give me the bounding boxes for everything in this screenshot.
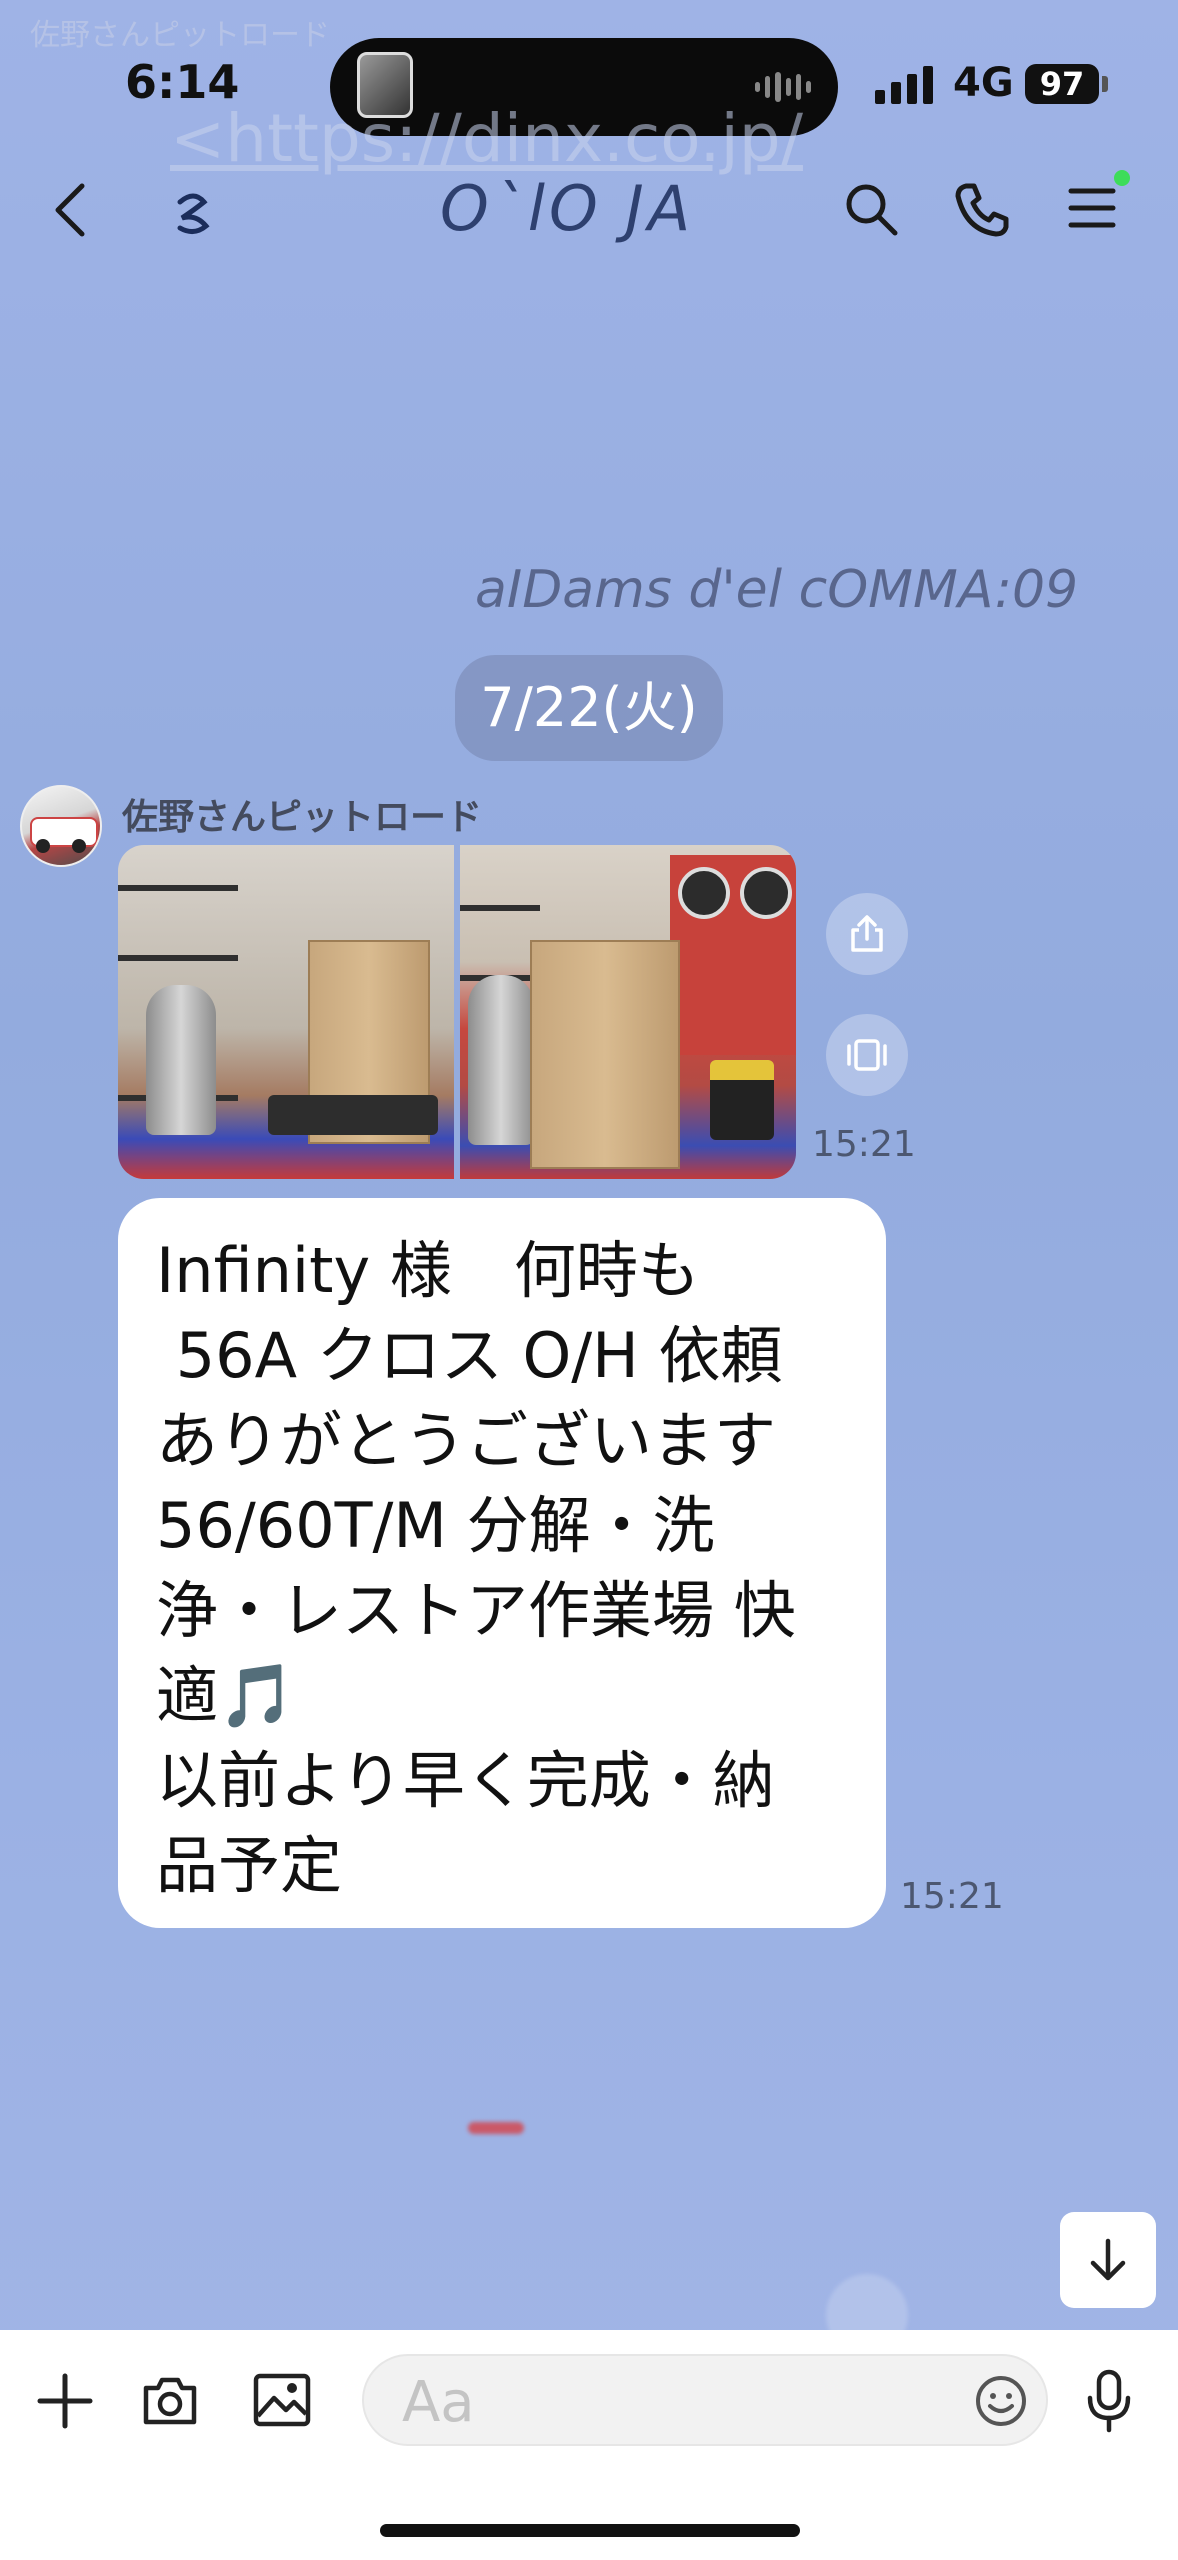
mic-icon[interactable] bbox=[1084, 2368, 1134, 2438]
arrow-down-icon[interactable] bbox=[1060, 2212, 1156, 2308]
online-dot bbox=[1114, 170, 1130, 186]
image-icon[interactable] bbox=[252, 2372, 312, 2432]
message-timestamp: 15:21 bbox=[900, 1876, 1004, 1917]
header-avatar-glyph bbox=[172, 188, 216, 242]
date-separator: 7/22(火) bbox=[455, 655, 723, 761]
home-indicator[interactable] bbox=[380, 2524, 800, 2537]
battery-icon bbox=[1102, 76, 1108, 92]
battery-level: 97 bbox=[1025, 64, 1099, 104]
background-ghost-url: <https://dinx.co.jp/ bbox=[170, 100, 803, 177]
message-input-placeholder: Aa bbox=[402, 2370, 475, 2435]
photo-attachment-1[interactable] bbox=[118, 845, 454, 1179]
signal-icon bbox=[875, 64, 933, 104]
search-icon[interactable] bbox=[842, 180, 900, 242]
plus-icon[interactable] bbox=[36, 2372, 94, 2434]
menu-icon[interactable] bbox=[1068, 186, 1116, 234]
chat-title[interactable]: O`lO JA bbox=[440, 172, 694, 245]
emoji-icon[interactable] bbox=[974, 2374, 1028, 2432]
message-text: Infinity 様 何時も 56A クロス O/H 依頼 ありがとうございます… bbox=[156, 1234, 796, 1902]
phone-icon[interactable] bbox=[952, 180, 1012, 244]
camera-icon[interactable] bbox=[140, 2372, 200, 2432]
photo-attachment-2[interactable] bbox=[460, 845, 796, 1179]
network-type: 4G bbox=[953, 60, 1014, 106]
audio-wave-icon bbox=[755, 70, 812, 104]
background-ghost-scribble: aIDams d'el cOMMA:09 bbox=[475, 560, 1079, 620]
share-icon[interactable] bbox=[826, 893, 908, 975]
next-message-preview bbox=[468, 2122, 524, 2134]
sender-name[interactable]: 佐野さんピットロード bbox=[122, 788, 482, 840]
gallery-icon[interactable] bbox=[826, 1014, 908, 1096]
background-ghost-name: 佐野さんピットロード bbox=[30, 18, 330, 53]
chevron-left-icon[interactable] bbox=[48, 180, 92, 240]
message-bubble[interactable]: Infinity 様 何時も 56A クロス O/H 依頼 ありがとうございます… bbox=[118, 1198, 886, 1928]
photos-timestamp: 15:21 bbox=[812, 1124, 916, 1165]
sender-avatar[interactable] bbox=[20, 785, 102, 867]
